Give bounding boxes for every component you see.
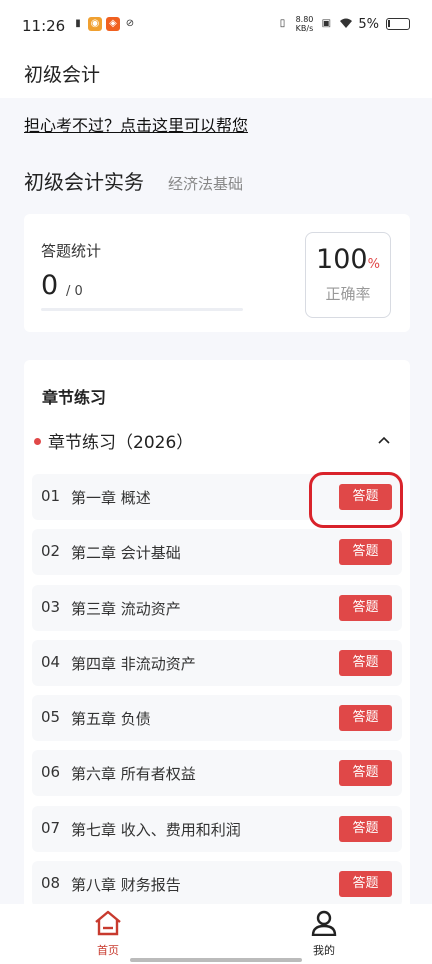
progress-bar bbox=[41, 308, 243, 311]
chapter-number: 06 bbox=[41, 763, 61, 782]
answer-button[interactable]: 答题 bbox=[339, 649, 392, 676]
chapter-name: 第三章 流动资产 bbox=[71, 599, 181, 618]
chapter-number: 03 bbox=[41, 597, 61, 616]
nav-home-label: 首页 bbox=[97, 944, 119, 957]
bottom-nav: 首页 我的 bbox=[0, 904, 432, 964]
chapter-row[interactable]: 08 第八章 财务报告 答题 bbox=[32, 861, 402, 908]
accuracy-number: 100 bbox=[316, 244, 368, 275]
chapter-name: 第七章 收入、费用和利润 bbox=[71, 820, 241, 839]
chapter-row[interactable]: 02 第二章 会计基础 答题 bbox=[32, 529, 402, 576]
answer-button[interactable]: 答题 bbox=[339, 539, 392, 566]
nav-home[interactable]: 首页 bbox=[78, 910, 138, 958]
chapter-number: 05 bbox=[41, 708, 61, 727]
page-title: 初级会计 bbox=[24, 64, 101, 86]
chapter-name: 第八章 财务报告 bbox=[71, 876, 181, 895]
nfc-icon: ▣ bbox=[321, 18, 332, 29]
chapter-group-title: 章节练习（2026） bbox=[48, 433, 194, 453]
chapter-row[interactable]: 03 第三章 流动资产 答题 bbox=[32, 584, 402, 631]
chapter-row[interactable]: 07 第七章 收入、费用和利润 答题 bbox=[32, 805, 402, 852]
help-link[interactable]: 担心考不过？点击这里可以帮您 bbox=[24, 112, 248, 136]
chapter-name: 第二章 会计基础 bbox=[71, 544, 181, 563]
status-time: 11:26 bbox=[22, 17, 66, 35]
answer-button[interactable]: 答题 bbox=[339, 594, 392, 621]
tab-accounting-practice[interactable]: 初级会计实务 bbox=[24, 166, 144, 195]
answer-button[interactable]: 答题 bbox=[339, 705, 392, 732]
chapter-number: 04 bbox=[41, 652, 61, 671]
accuracy-box: 100% 正确率 bbox=[305, 232, 391, 318]
title-bar: 初级会计 bbox=[0, 52, 432, 98]
wifi-icon bbox=[339, 17, 353, 31]
chapter-number: 01 bbox=[41, 487, 61, 505]
vibrate-icon: ▯ bbox=[279, 18, 286, 29]
accuracy-label: 正确率 bbox=[325, 285, 371, 303]
answer-button[interactable]: 答题 bbox=[339, 760, 392, 787]
chapter-list: 01 第一章 概述 答题 02 第二章 会计基础 答题 03 第三章 流动资产 答题 04 第四章 … bbox=[32, 474, 402, 916]
home-icon bbox=[95, 910, 121, 936]
chapter-row[interactable]: 04 第四章 非流动资产 答题 bbox=[32, 639, 402, 686]
nav-mine-label: 我的 bbox=[313, 944, 335, 957]
chapter-name: 第六章 所有者权益 bbox=[71, 765, 196, 784]
net-speed-value: 8.80 bbox=[295, 15, 314, 24]
nav-mine[interactable]: 我的 bbox=[294, 910, 354, 958]
tab-economic-law[interactable]: 经济法基础 bbox=[168, 173, 243, 194]
chapter-number: 08 bbox=[41, 874, 61, 893]
sync-icon: ⊘ bbox=[125, 18, 135, 29]
home-indicator bbox=[130, 958, 302, 962]
sim-icon: ▮ bbox=[75, 18, 81, 29]
stats-label: 答题统计 bbox=[41, 242, 102, 260]
chapter-practice-card: 章节练习 章节练习（2026） 01 第一章 概述 答题 02 第二章 会计基础 答题 03… bbox=[24, 360, 410, 920]
chevron-up-icon[interactable] bbox=[374, 430, 394, 450]
accuracy-value: 100% bbox=[306, 244, 390, 275]
net-speed-unit: KB/s bbox=[295, 24, 314, 33]
chapter-number: 07 bbox=[41, 818, 61, 837]
answer-button[interactable]: 答题 bbox=[339, 815, 392, 842]
chapter-group-header[interactable]: 章节练习（2026） bbox=[34, 426, 394, 456]
chapter-row[interactable]: 06 第六章 所有者权益 答题 bbox=[32, 750, 402, 797]
app-notification-icon: ◉ bbox=[88, 17, 102, 31]
status-bar: 11:26 ▮ ◉ ◈ ⊘ ▯ 8.80 KB/s ▣ 5% bbox=[0, 0, 432, 52]
chapter-name: 第五章 负债 bbox=[71, 710, 151, 729]
chapter-row[interactable]: 05 第五章 负债 答题 bbox=[32, 695, 402, 742]
answer-button[interactable]: 答题 bbox=[339, 871, 392, 898]
user-icon bbox=[311, 910, 337, 937]
highlight-annotation bbox=[309, 472, 403, 528]
status-left-icons: ▮ ◉ ◈ ⊘ bbox=[72, 17, 136, 31]
status-right-icons: ▯ 8.80 KB/s ▣ 5% bbox=[277, 15, 410, 33]
answered-count: 0 bbox=[41, 270, 59, 301]
section-title: 章节练习 bbox=[42, 388, 107, 407]
accuracy-unit: % bbox=[367, 257, 380, 272]
total-count: / 0 bbox=[66, 284, 83, 299]
battery-icon bbox=[386, 18, 410, 30]
chapter-name: 第四章 非流动资产 bbox=[71, 654, 196, 673]
subject-tabs: 初级会计实务 经济法基础 bbox=[24, 166, 243, 195]
chapter-name: 第一章 概述 bbox=[71, 489, 151, 507]
stats-card: 答题统计 0 / 0 100% 正确率 bbox=[24, 214, 410, 332]
app-notification-icon-2: ◈ bbox=[106, 17, 120, 31]
chapter-number: 02 bbox=[41, 542, 61, 561]
net-speed: 8.80 KB/s bbox=[296, 15, 314, 33]
battery-text: 5% bbox=[358, 16, 379, 32]
bullet-dot-icon bbox=[34, 438, 41, 445]
